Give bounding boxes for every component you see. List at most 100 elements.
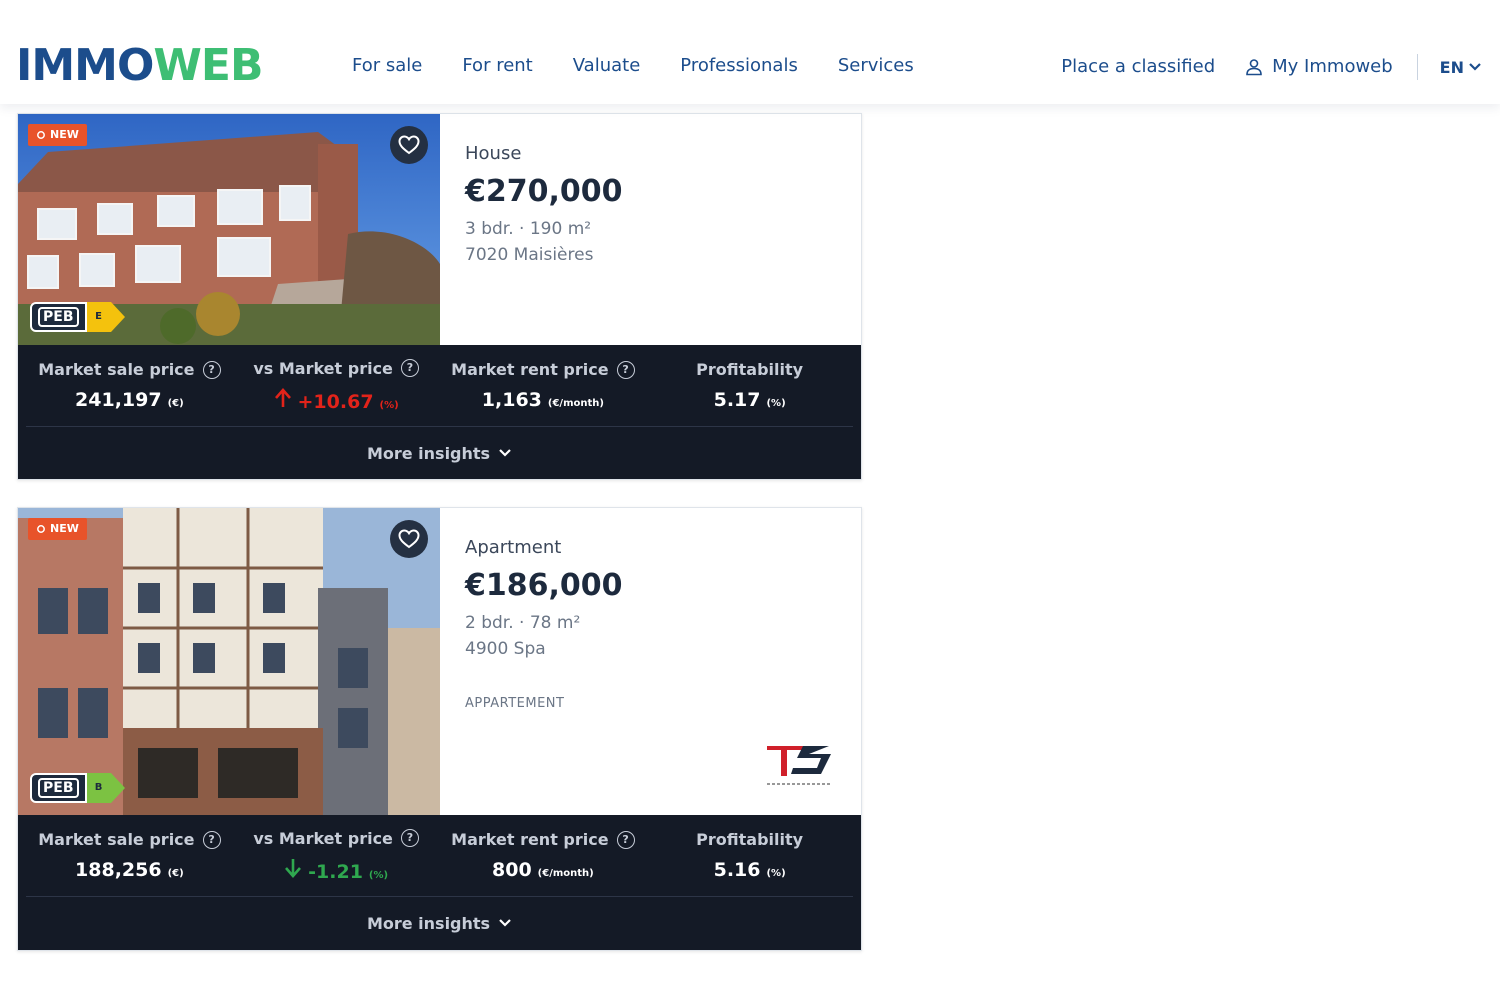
new-badge-label: NEW [50, 522, 79, 535]
vs-market-price-stat: vs Market price? -1.21 (%) [233, 815, 440, 896]
peb-energy-label: PEB B [30, 773, 125, 803]
stat-label: vs Market price [253, 358, 393, 378]
property-description: APPARTEMENT [465, 696, 565, 711]
property-photo[interactable]: NEW PEB E [18, 114, 440, 345]
help-icon[interactable]: ? [202, 360, 221, 379]
stat-unit: (%) [766, 398, 786, 409]
property-type: House [465, 143, 522, 164]
market-insights-panel: Market sale price? 188,256 (€) vs Market … [18, 815, 861, 950]
new-badge: NEW [28, 124, 87, 146]
help-icon[interactable]: ? [616, 830, 635, 849]
market-sale-price-stat: Market sale price? 188,256 (€) [26, 815, 233, 896]
language-label: EN [1439, 57, 1464, 77]
sparkle-icon [37, 131, 45, 139]
stat-value: 5.16 [713, 859, 761, 881]
help-icon[interactable]: ? [400, 829, 419, 847]
chevron-down-icon [499, 449, 511, 457]
peb-label: PEB [38, 307, 79, 327]
stat-value: 800 [492, 859, 532, 881]
nav-services[interactable]: Services [838, 54, 914, 78]
place-classified-link[interactable]: Place a classified [1061, 55, 1215, 79]
apartment-photo-illustration [18, 508, 440, 815]
new-badge-label: NEW [50, 128, 79, 141]
property-price: €186,000 [465, 568, 623, 603]
nav-professionals[interactable]: Professionals [680, 54, 798, 78]
stat-unit: (€/month) [537, 868, 594, 879]
property-location: 7020 Maisières [465, 245, 594, 265]
nav-for-rent[interactable]: For rent [462, 54, 532, 78]
more-insights-label: More insights [366, 913, 491, 933]
stat-value: 1,163 [481, 389, 542, 411]
stat-label: vs Market price [253, 828, 393, 848]
chevron-down-icon [1469, 63, 1481, 71]
stat-label: Market sale price [38, 830, 195, 849]
listing-card[interactable]: NEW PEB E House €270,000 3 bdr. · 190 m²… [17, 113, 862, 480]
listing-info: Apartment €186,000 2 bdr. · 78 m² 4900 S… [465, 536, 623, 711]
user-icon [1246, 59, 1262, 76]
stat-value: -1.21 [308, 860, 363, 883]
listing-card[interactable]: NEW PEB B Apartment €186,000 2 bdr. · 78… [17, 507, 862, 951]
vs-market-price-stat: vs Market price? +10.67 (%) [233, 345, 440, 426]
listing-info: House €270,000 3 bdr. · 190 m² 7020 Mais… [465, 142, 623, 268]
market-rent-price-stat: Market rent price? 800 (€/month) [440, 815, 647, 896]
property-type: Apartment [465, 537, 562, 558]
stat-value: 188,256 [75, 859, 162, 881]
favorite-button[interactable] [390, 520, 428, 558]
heart-icon [398, 135, 420, 155]
my-immoweb-link[interactable]: My Immoweb [1272, 55, 1393, 79]
more-insights-button[interactable]: More insights [18, 427, 861, 479]
property-location: 4900 Spa [465, 639, 546, 659]
more-insights-button[interactable]: More insights [18, 897, 861, 949]
header-actions: Place a classified My Immoweb EN [1061, 54, 1482, 80]
property-price: €270,000 [465, 174, 623, 209]
stat-unit: (%) [766, 868, 786, 879]
market-sale-price-stat: Market sale price? 241,197 (€) [26, 345, 233, 426]
peb-grade: B [94, 782, 103, 793]
logo-text-web: WEB [153, 40, 263, 91]
stat-value: 241,197 [75, 389, 162, 411]
profitability-stat: Profitability 5.16 (%) [646, 815, 853, 896]
help-icon[interactable]: ? [202, 830, 221, 849]
property-photo[interactable]: NEW PEB B [18, 508, 440, 815]
insights-stats: Market sale price? 188,256 (€) vs Market … [26, 815, 853, 897]
sparkle-icon [37, 525, 45, 533]
new-badge: NEW [28, 518, 87, 540]
stat-unit: (€) [167, 398, 184, 409]
stat-label: Market rent price [451, 360, 609, 379]
header-divider [1416, 54, 1418, 80]
stat-value: 5.17 [713, 389, 761, 411]
help-icon[interactable]: ? [400, 359, 419, 377]
arrow-down-icon [285, 858, 302, 878]
chevron-down-icon [499, 919, 511, 927]
language-selector[interactable]: EN [1440, 58, 1482, 77]
stat-unit: (%) [368, 869, 389, 881]
peb-energy-label: PEB E [30, 302, 125, 332]
peb-grade: E [95, 311, 102, 322]
favorite-button[interactable] [390, 126, 428, 164]
logo-text-immo: IMMO [16, 40, 154, 91]
profitability-stat: Profitability 5.17 (%) [646, 345, 853, 426]
market-insights-panel: Market sale price? 241,197 (€) vs Market … [18, 345, 861, 479]
stat-unit: (€) [167, 868, 184, 879]
immoweb-logo[interactable]: IMMOWEB [16, 40, 264, 91]
nav-for-sale[interactable]: For sale [352, 54, 422, 78]
nav-valuate[interactable]: Valuate [573, 54, 641, 78]
stat-label: Profitability [696, 830, 804, 849]
help-icon[interactable]: ? [616, 360, 635, 379]
stat-unit: (€/month) [547, 398, 604, 409]
stat-label: Profitability [696, 360, 804, 379]
agency-logo[interactable] [763, 740, 835, 788]
stat-label: Market rent price [451, 830, 609, 849]
insights-stats: Market sale price? 241,197 (€) vs Market … [26, 345, 853, 427]
heart-icon [398, 529, 420, 549]
main-nav: For sale For rent Valuate Professionals … [352, 54, 954, 78]
peb-label: PEB [38, 778, 79, 798]
property-specs: 2 bdr. · 78 m² [465, 613, 581, 633]
property-specs: 3 bdr. · 190 m² [465, 219, 592, 239]
stat-unit: (%) [379, 399, 399, 411]
arrow-up-icon [274, 387, 291, 407]
stat-value: +10.67 [297, 390, 374, 413]
site-header: IMMOWEB For sale For rent Valuate Profes… [0, 0, 1500, 104]
market-rent-price-stat: Market rent price? 1,163 (€/month) [440, 345, 647, 426]
stat-label: Market sale price [38, 360, 195, 379]
